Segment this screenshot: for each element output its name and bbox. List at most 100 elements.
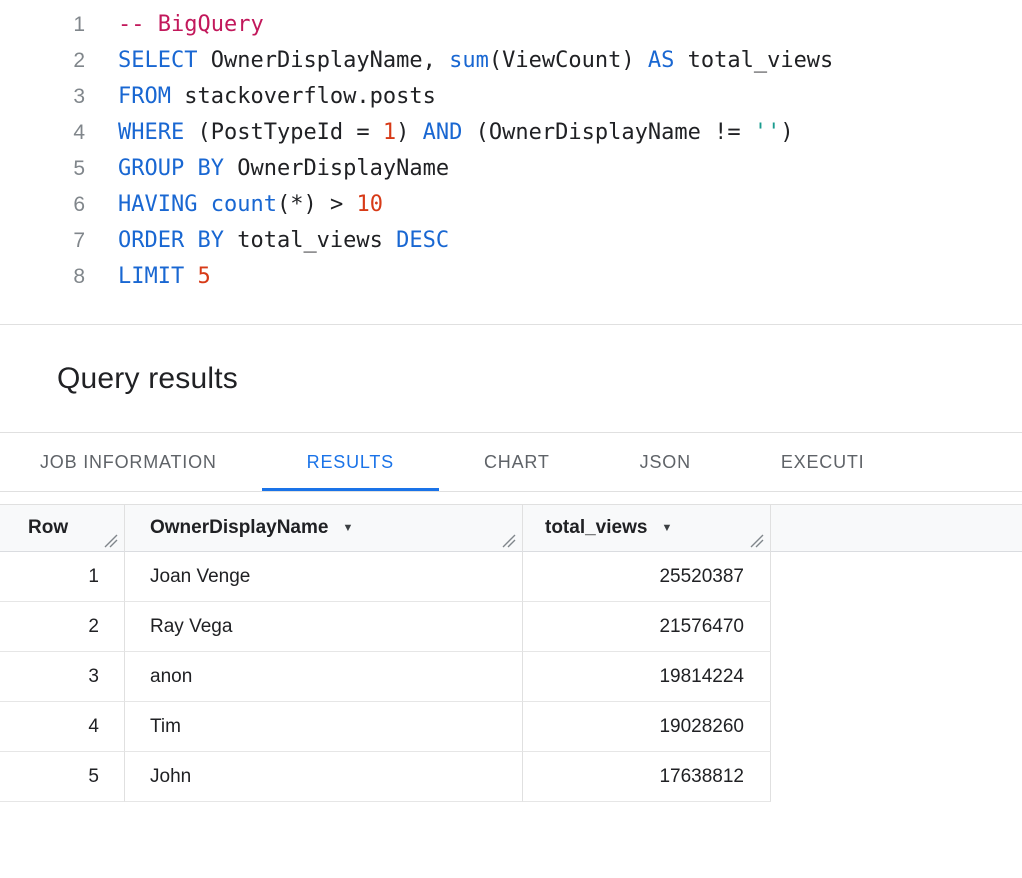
- code-text: GROUP BY OwnerDisplayName: [118, 151, 449, 187]
- code-token-plain: stackoverflow.posts: [171, 84, 436, 109]
- owner-column-header: OwnerDisplayName ▼: [125, 504, 523, 552]
- code-token-plain: (ViewCount): [489, 48, 648, 73]
- row-number-cell: 2: [0, 602, 125, 652]
- row-number-cell: 5: [0, 752, 125, 802]
- views-header-label: total_views: [545, 517, 647, 539]
- code-token-keyword: HAVING: [118, 192, 197, 217]
- code-token-plain: (OwnerDisplayName !=: [462, 120, 753, 145]
- table-row: 4Tim19028260: [0, 702, 1022, 752]
- code-token-plain: ): [396, 120, 423, 145]
- code-line: 6 HAVING count(*) > 10: [0, 187, 1022, 223]
- total-views-cell: 19028260: [523, 702, 771, 752]
- line-number: 6: [0, 187, 85, 223]
- code-token-function: sum: [449, 48, 489, 73]
- views-column-resize-handle[interactable]: [749, 534, 765, 549]
- row-column-header: Row: [0, 504, 125, 552]
- query-results-header: Query results: [0, 325, 1022, 433]
- code-token-keyword: LIMIT: [118, 264, 184, 289]
- resize-handle-icon: [103, 534, 119, 549]
- row-header-label: Row: [28, 517, 68, 539]
- code-token-number: 10: [356, 192, 383, 217]
- tab-json[interactable]: JSON: [595, 433, 736, 491]
- code-token-plain: OwnerDisplayName,: [197, 48, 449, 73]
- code-text: ORDER BY total_views DESC: [118, 223, 449, 259]
- filler-cell: [771, 602, 1022, 652]
- line-number: 5: [0, 151, 85, 187]
- code-token-keyword: WHERE: [118, 120, 184, 145]
- code-token-plain: [197, 192, 210, 217]
- bigquery-query-results-page: 1-- BigQuery2SELECT OwnerDisplayName, su…: [0, 0, 1022, 802]
- owner-display-name-cell: John: [125, 752, 523, 802]
- owner-column-dropdown-icon[interactable]: ▼: [342, 523, 353, 534]
- line-number: 4: [0, 115, 85, 151]
- total-views-cell: 25520387: [523, 552, 771, 602]
- owner-display-name-cell: Ray Vega: [125, 602, 523, 652]
- owner-header-label: OwnerDisplayName: [150, 517, 328, 539]
- header-filler-cell: [771, 504, 1022, 552]
- code-text: HAVING count(*) > 10: [118, 187, 383, 223]
- resize-handle-icon: [501, 534, 517, 549]
- line-number: 8: [0, 259, 85, 295]
- filler-cell: [771, 652, 1022, 702]
- code-line: 3 FROM stackoverflow.posts: [0, 79, 1022, 115]
- line-number: 7: [0, 223, 85, 259]
- code-token-number: 5: [197, 264, 210, 289]
- code-text: SELECT OwnerDisplayName, sum(ViewCount) …: [118, 43, 833, 79]
- code-token-plain: total_views: [674, 48, 833, 73]
- code-token-function: count: [211, 192, 277, 217]
- resize-handle-icon: [749, 534, 765, 549]
- code-text: -- BigQuery: [118, 7, 264, 43]
- sql-editor[interactable]: 1-- BigQuery2 SELECT OwnerDisplayName, su…: [0, 0, 1022, 325]
- table-row: 3anon19814224: [0, 652, 1022, 702]
- code-token-plain: [184, 264, 197, 289]
- tab-executi[interactable]: EXECUTI: [736, 433, 910, 491]
- results-table: Row OwnerDisplayName ▼ total_views: [0, 504, 1022, 802]
- code-token-plain: (PostTypeId =: [184, 120, 383, 145]
- code-line: 5 GROUP BY OwnerDisplayName: [0, 151, 1022, 187]
- row-number-cell: 4: [0, 702, 125, 752]
- code-token-plain: total_views: [224, 228, 396, 253]
- query-results-title: Query results: [57, 362, 238, 396]
- code-line: 7 ORDER BY total_views DESC: [0, 223, 1022, 259]
- tab-job-information[interactable]: JOB INFORMATION: [0, 433, 262, 491]
- code-text: WHERE (PostTypeId = 1) AND (OwnerDisplay…: [118, 115, 794, 151]
- code-token-keyword: SELECT: [118, 48, 197, 73]
- line-number: 2: [0, 43, 85, 79]
- code-token-plain: (*) >: [277, 192, 356, 217]
- code-token-plain: ): [780, 120, 793, 145]
- code-text: LIMIT 5: [118, 259, 211, 295]
- code-line: 1-- BigQuery: [0, 7, 1022, 43]
- tab-chart[interactable]: CHART: [439, 433, 595, 491]
- total-views-cell: 19814224: [523, 652, 771, 702]
- views-column-header: total_views ▼: [523, 504, 771, 552]
- table-row: 2Ray Vega21576470: [0, 602, 1022, 652]
- code-text: FROM stackoverflow.posts: [118, 79, 436, 115]
- table-body: 1Joan Venge255203872Ray Vega215764703ano…: [0, 552, 1022, 802]
- row-column-resize-handle[interactable]: [103, 534, 119, 549]
- owner-column-resize-handle[interactable]: [501, 534, 517, 549]
- tab-results[interactable]: RESULTS: [262, 433, 439, 491]
- code-token-keyword: FROM: [118, 84, 171, 109]
- filler-cell: [771, 702, 1022, 752]
- results-tab-bar: JOB INFORMATIONRESULTSCHARTJSONEXECUTI: [0, 433, 1022, 492]
- views-column-dropdown-icon[interactable]: ▼: [661, 523, 672, 534]
- code-token-keyword: ORDER BY: [118, 228, 224, 253]
- total-views-cell: 17638812: [523, 752, 771, 802]
- code-token-plain: OwnerDisplayName: [224, 156, 449, 181]
- code-token-string: '': [754, 120, 781, 145]
- code-token-keyword: GROUP BY: [118, 156, 224, 181]
- filler-cell: [771, 752, 1022, 802]
- code-token-comment: -- BigQuery: [118, 12, 264, 37]
- owner-display-name-cell: Tim: [125, 702, 523, 752]
- code-area: 1-- BigQuery2 SELECT OwnerDisplayName, su…: [0, 7, 1022, 295]
- row-number-cell: 3: [0, 652, 125, 702]
- total-views-cell: 21576470: [523, 602, 771, 652]
- code-line: 2 SELECT OwnerDisplayName, sum(ViewCount)…: [0, 43, 1022, 79]
- line-number: 3: [0, 79, 85, 115]
- code-token-keyword: AND: [423, 120, 463, 145]
- table-header-row: Row OwnerDisplayName ▼ total_views: [0, 504, 1022, 552]
- table-row: 1Joan Venge25520387: [0, 552, 1022, 602]
- code-token-keyword: DESC: [396, 228, 449, 253]
- filler-cell: [771, 552, 1022, 602]
- code-line: 8 LIMIT 5: [0, 259, 1022, 295]
